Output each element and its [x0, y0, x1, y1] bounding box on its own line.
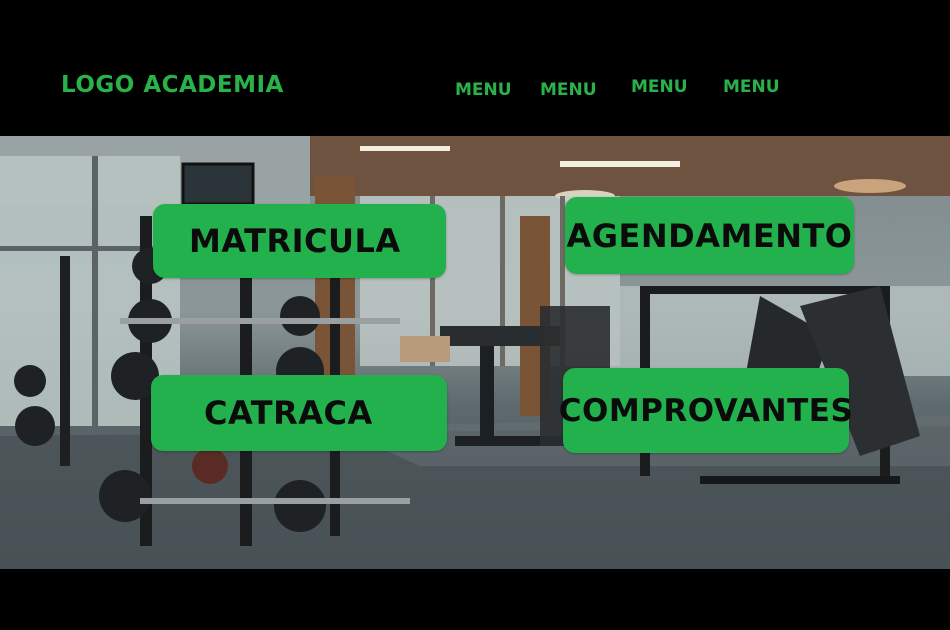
nav-menu-4[interactable]: MENU: [723, 77, 780, 97]
nav-menu-3[interactable]: MENU: [631, 77, 688, 97]
comprovantes-button[interactable]: COMPROVANTES: [559, 368, 853, 453]
top-header: LOGO ACADEMIA MENU MENU MENU MENU: [0, 0, 950, 136]
logo[interactable]: LOGO ACADEMIA: [61, 72, 284, 98]
bottom-band: [0, 569, 950, 630]
catraca-button[interactable]: CATRACA: [151, 375, 447, 451]
agendamento-button[interactable]: AGENDAMENTO: [565, 197, 854, 274]
nav-menu-2[interactable]: MENU: [540, 80, 597, 100]
matricula-button[interactable]: MATRICULA: [153, 204, 446, 278]
nav-menu-1[interactable]: MENU: [455, 80, 512, 100]
